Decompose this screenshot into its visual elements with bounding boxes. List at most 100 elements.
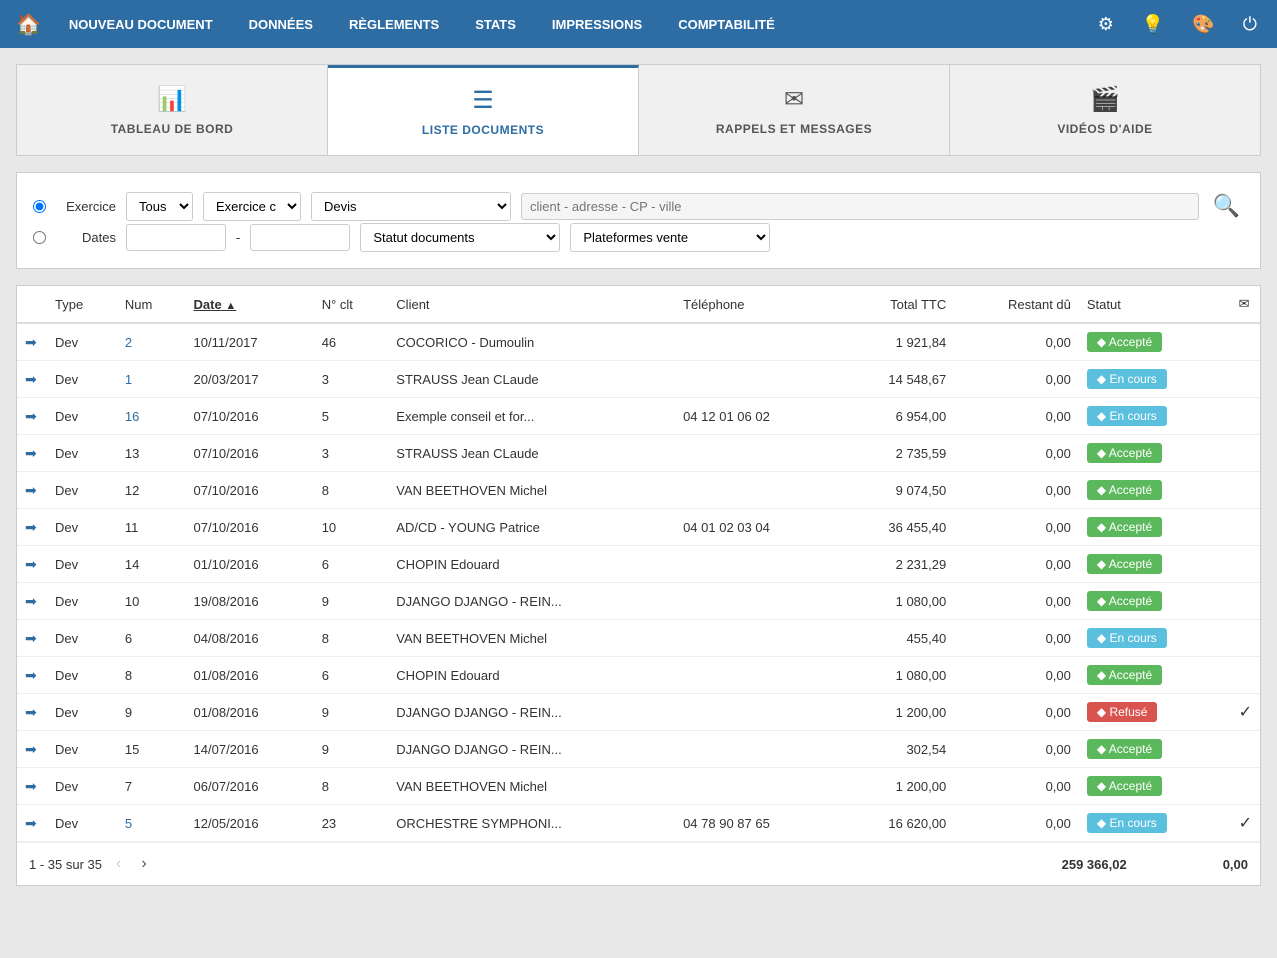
row-arrow[interactable]: ➡ — [17, 435, 47, 472]
row-arrow[interactable]: ➡ — [17, 398, 47, 435]
home-icon[interactable]: 🏠 — [16, 12, 41, 37]
row-arrow[interactable]: ➡ — [17, 694, 47, 731]
row-navigate-icon[interactable]: ➡ — [25, 445, 37, 461]
nav-nouveau-document[interactable]: NOUVEAU DOCUMENT — [61, 13, 221, 36]
row-num-link[interactable]: 1 — [125, 372, 132, 387]
row-navigate-icon[interactable]: ➡ — [25, 593, 37, 609]
row-num[interactable]: 7 — [117, 768, 186, 805]
row-num-link[interactable]: 11 — [125, 520, 139, 535]
row-num[interactable]: 13 — [117, 435, 186, 472]
statut-badge: ◆ Accepté — [1087, 591, 1162, 611]
nav-stats[interactable]: STATS — [467, 13, 524, 36]
row-arrow[interactable]: ➡ — [17, 472, 47, 509]
exercice-radio[interactable] — [33, 200, 46, 213]
exercice-c-select[interactable]: Exercice c — [203, 192, 301, 221]
row-mail — [1231, 546, 1260, 583]
row-navigate-icon[interactable]: ➡ — [25, 519, 37, 535]
row-navigate-icon[interactable]: ➡ — [25, 371, 37, 387]
settings-icon[interactable]: ⚙ — [1094, 10, 1118, 39]
row-num-link[interactable]: 14 — [125, 557, 139, 572]
row-date: 01/08/2016 — [186, 694, 314, 731]
nav-impressions[interactable]: IMPRESSIONS — [544, 13, 650, 36]
row-num-link[interactable]: 12 — [125, 483, 139, 498]
dates-radio[interactable] — [33, 231, 46, 244]
document-type-select[interactable]: Devis Facture Avoir Bon de livraison — [311, 192, 511, 221]
row-navigate-icon[interactable]: ➡ — [25, 482, 37, 498]
row-arrow[interactable]: ➡ — [17, 620, 47, 657]
row-num[interactable]: 11 — [117, 509, 186, 546]
row-arrow[interactable]: ➡ — [17, 657, 47, 694]
row-arrow[interactable]: ➡ — [17, 731, 47, 768]
row-arrow[interactable]: ➡ — [17, 805, 47, 842]
row-total-ttc: 455,40 — [838, 620, 955, 657]
row-num[interactable]: 10 — [117, 583, 186, 620]
row-num[interactable]: 15 — [117, 731, 186, 768]
row-arrow[interactable]: ➡ — [17, 546, 47, 583]
row-num[interactable]: 9 — [117, 694, 186, 731]
col-client[interactable]: Client — [388, 286, 675, 323]
lightbulb-icon[interactable]: 💡 — [1138, 10, 1168, 39]
row-num-link[interactable]: 13 — [125, 446, 139, 461]
col-total-ttc[interactable]: Total TTC — [838, 286, 955, 323]
telephone-header-label: Téléphone — [683, 297, 744, 312]
statut-documents-select[interactable]: Statut documents — [360, 223, 560, 252]
col-type[interactable]: Type — [47, 286, 117, 323]
tab-liste-documents[interactable]: ☰ LISTE DOCUMENTS — [328, 65, 639, 155]
row-num[interactable]: 8 — [117, 657, 186, 694]
search-button[interactable]: 🔍 — [1209, 189, 1244, 223]
row-num-link[interactable]: 16 — [125, 409, 139, 424]
row-num[interactable]: 16 — [117, 398, 186, 435]
row-navigate-icon[interactable]: ➡ — [25, 556, 37, 572]
row-arrow[interactable]: ➡ — [17, 509, 47, 546]
tab-videos-aide[interactable]: 🎬 VIDÉOS D'AIDE — [950, 65, 1260, 155]
row-num-link[interactable]: 15 — [125, 742, 139, 757]
row-num[interactable]: 12 — [117, 472, 186, 509]
row-navigate-icon[interactable]: ➡ — [25, 741, 37, 757]
row-navigate-icon[interactable]: ➡ — [25, 815, 37, 831]
nav-donnees[interactable]: DONNÉES — [241, 13, 321, 36]
row-num[interactable]: 2 — [117, 323, 186, 361]
filter-panel: Exercice Tous 2017 2016 2015 Exercice c … — [16, 172, 1261, 269]
pagination-next-button[interactable]: › — [135, 853, 152, 875]
nav-comptabilite[interactable]: COMPTABILITÉ — [670, 13, 783, 36]
client-search-input[interactable] — [521, 193, 1199, 220]
nav-reglements[interactable]: RÈGLEMENTS — [341, 13, 447, 36]
col-date[interactable]: Date ▲ — [186, 286, 314, 323]
pagination-prev-button[interactable]: ‹ — [110, 853, 127, 875]
row-num-link[interactable]: 7 — [125, 779, 132, 794]
tab-rappels-messages[interactable]: ✉ RAPPELS ET MESSAGES — [639, 65, 950, 155]
row-num-link[interactable]: 10 — [125, 594, 139, 609]
row-arrow[interactable]: ➡ — [17, 583, 47, 620]
palette-icon[interactable]: 🎨 — [1188, 10, 1218, 39]
row-arrow[interactable]: ➡ — [17, 361, 47, 398]
row-num[interactable]: 1 — [117, 361, 186, 398]
row-num[interactable]: 14 — [117, 546, 186, 583]
plateformes-vente-select[interactable]: Plateformes vente — [570, 223, 770, 252]
row-navigate-icon[interactable]: ➡ — [25, 408, 37, 424]
row-num[interactable]: 5 — [117, 805, 186, 842]
col-statut[interactable]: Statut — [1079, 286, 1231, 323]
row-arrow[interactable]: ➡ — [17, 768, 47, 805]
row-navigate-icon[interactable]: ➡ — [25, 667, 37, 683]
row-navigate-icon[interactable]: ➡ — [25, 334, 37, 350]
col-nclt[interactable]: N° clt — [314, 286, 389, 323]
col-num[interactable]: Num — [117, 286, 186, 323]
row-arrow[interactable]: ➡ — [17, 323, 47, 361]
exercice-select[interactable]: Tous 2017 2016 2015 — [126, 192, 193, 221]
row-num-link[interactable]: 5 — [125, 816, 132, 831]
tab-tableau-de-bord[interactable]: 📊 TABLEAU DE BORD — [17, 65, 328, 155]
row-navigate-icon[interactable]: ➡ — [25, 778, 37, 794]
col-restant-du[interactable]: Restant dû — [954, 286, 1079, 323]
table-row: ➡ Dev 9 01/08/2016 9 DJANGO DJANGO - REI… — [17, 694, 1260, 731]
row-navigate-icon[interactable]: ➡ — [25, 704, 37, 720]
row-navigate-icon[interactable]: ➡ — [25, 630, 37, 646]
row-num-link[interactable]: 2 — [125, 335, 132, 350]
row-num-link[interactable]: 6 — [125, 631, 132, 646]
power-icon[interactable]: ⏻ — [1239, 10, 1261, 39]
date-to-input[interactable]: 05/12/2017 — [250, 224, 350, 251]
col-telephone[interactable]: Téléphone — [675, 286, 837, 323]
row-num[interactable]: 6 — [117, 620, 186, 657]
row-num-link[interactable]: 8 — [125, 668, 132, 683]
date-from-input[interactable]: 05/11/2017 — [126, 224, 226, 251]
row-num-link[interactable]: 9 — [125, 705, 132, 720]
